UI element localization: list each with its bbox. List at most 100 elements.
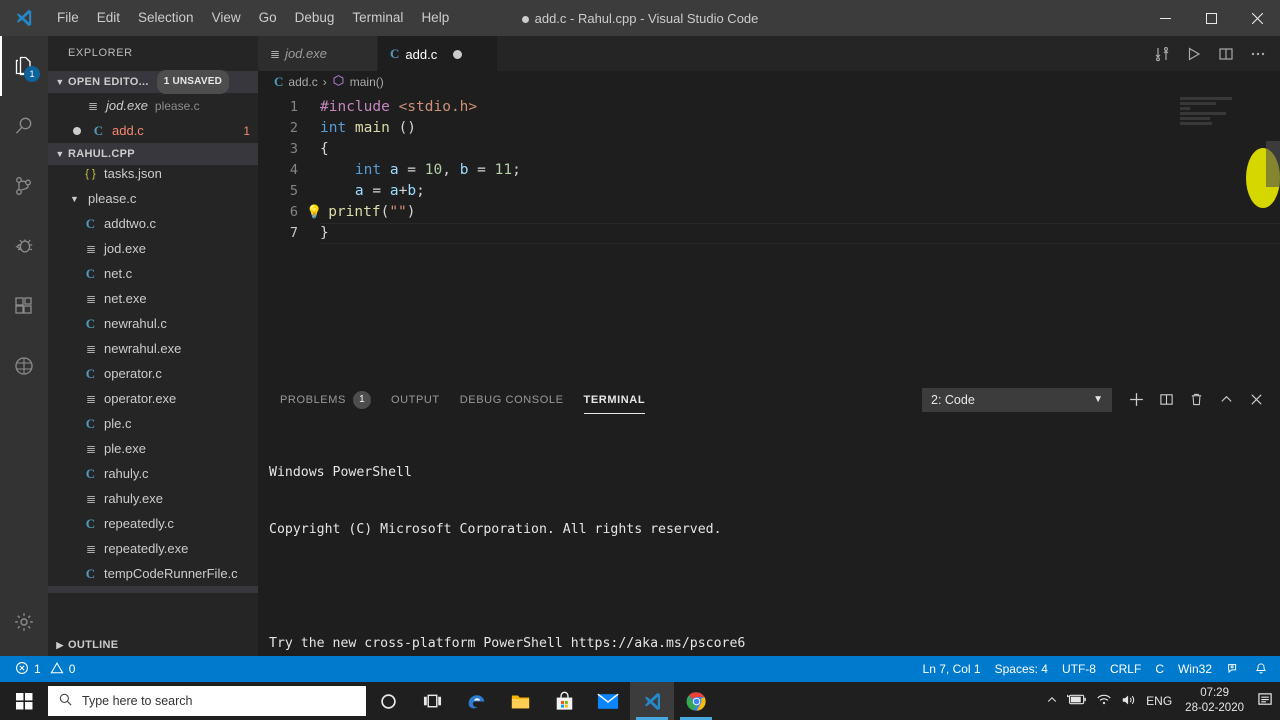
action-center-icon[interactable] <box>1257 692 1274 710</box>
show-hidden-icons-icon[interactable] <box>1046 694 1058 709</box>
file-add-c[interactable]: C add.c 1 <box>48 586 258 593</box>
taskbar-search-input[interactable]: Type here to search <box>48 686 366 716</box>
battery-icon[interactable] <box>1066 693 1087 709</box>
c-icon: C <box>274 74 284 89</box>
mail-icon[interactable] <box>586 682 630 720</box>
file-ple-c[interactable]: C ple.c <box>48 411 258 436</box>
activity-explorer[interactable]: 1 <box>0 36 48 96</box>
window-controls[interactable] <box>1142 0 1280 36</box>
file-tempcoderunnerfile-c[interactable]: C tempCodeRunnerFile.c <box>48 561 258 586</box>
minimize-button[interactable] <box>1142 0 1188 36</box>
kill-terminal-icon[interactable] <box>1182 386 1210 414</box>
status-encoding[interactable]: UTF-8 <box>1055 656 1103 682</box>
file-operator-exe[interactable]: ≣ operator.exe <box>48 386 258 411</box>
file-rahuly-c[interactable]: C rahuly.c <box>48 461 258 486</box>
status-indentation[interactable]: Spaces: 4 <box>988 656 1055 682</box>
menu-go[interactable]: Go <box>250 0 286 36</box>
terminal-selector-value: 2: Code <box>931 392 975 407</box>
run-build-task-icon[interactable] <box>1148 40 1176 68</box>
file-newrahul-c[interactable]: C newrahul.c <box>48 311 258 336</box>
outline-header[interactable]: ▶ OUTLINE <box>48 634 258 656</box>
folder-please-c[interactable]: ▼ please.c <box>48 186 258 211</box>
new-terminal-icon[interactable] <box>1122 386 1150 414</box>
tab-problems[interactable]: PROBLEMS 1 <box>270 382 381 417</box>
language-indicator[interactable]: ENG <box>1146 694 1172 708</box>
tab-terminal[interactable]: TERMINAL <box>574 382 656 417</box>
close-panel-icon[interactable] <box>1242 386 1270 414</box>
file-newrahul-exe[interactable]: ≣ newrahul.exe <box>48 336 258 361</box>
open-editor-add-c[interactable]: C add.c 1 <box>48 118 258 143</box>
breadcrumb[interactable]: C add.c › main() <box>258 71 1280 93</box>
code-editor[interactable]: 1 #include <stdio.h> 2 int main () 3 { 4… <box>258 93 1280 398</box>
split-terminal-icon[interactable] <box>1152 386 1180 414</box>
menu-view[interactable]: View <box>203 0 250 36</box>
menu-edit[interactable]: Edit <box>88 0 129 36</box>
feedback-icon[interactable] <box>1219 656 1247 682</box>
file-addtwo-c[interactable]: C addtwo.c <box>48 211 258 236</box>
tab-jod-exe[interactable]: ≣ jod.exe <box>258 36 378 71</box>
tab-add-c[interactable]: C add.c <box>378 36 498 71</box>
vscode-icon[interactable] <box>630 682 674 720</box>
c-icon: C <box>85 415 96 431</box>
file-jod-exe[interactable]: ≣ jod.exe <box>48 236 258 261</box>
file-net-exe[interactable]: ≣ net.exe <box>48 286 258 311</box>
file-repeatedly-exe[interactable]: ≣ repeatedly.exe <box>48 536 258 561</box>
minimap[interactable] <box>1180 97 1266 137</box>
file-repeatedly-c[interactable]: C repeatedly.c <box>48 511 258 536</box>
cortana-icon[interactable] <box>366 682 410 720</box>
volume-icon[interactable] <box>1121 693 1137 710</box>
editor-tab-bar: ≣ jod.exe C add.c <box>258 36 1280 71</box>
activity-remote[interactable] <box>0 336 48 396</box>
menu-bar[interactable]: File Edit Selection View Go Debug Termin… <box>48 0 458 36</box>
activity-bar: 1 <box>0 36 48 656</box>
file-tasks-json[interactable]: { } tasks.json <box>48 161 258 186</box>
file-operator-c[interactable]: C operator.c <box>48 361 258 386</box>
activity-settings[interactable] <box>0 592 48 652</box>
file-name: jod.exe <box>104 241 146 256</box>
open-editor-jod-exe[interactable]: ≣ jod.exe please.c <box>48 93 258 118</box>
status-language-mode[interactable]: C <box>1148 656 1171 682</box>
close-button[interactable] <box>1234 0 1280 36</box>
status-eol[interactable]: CRLF <box>1103 656 1148 682</box>
more-actions-icon[interactable] <box>1244 40 1272 68</box>
microsoft-store-icon[interactable] <box>542 682 586 720</box>
activity-source-control[interactable] <box>0 156 48 216</box>
code-line-current: 7 } <box>258 223 1280 244</box>
breadcrumb-file[interactable]: add.c <box>288 75 317 89</box>
menu-help[interactable]: Help <box>412 0 458 36</box>
status-problems[interactable]: 1 0 <box>8 656 82 682</box>
activity-extensions[interactable] <box>0 276 48 336</box>
bell-icon[interactable] <box>1247 656 1280 682</box>
taskbar-clock[interactable]: 07:29 28-02-2020 <box>1181 686 1248 716</box>
chrome-icon[interactable] <box>674 682 718 720</box>
activity-debug[interactable] <box>0 216 48 276</box>
activity-search[interactable] <box>0 96 48 156</box>
status-platform[interactable]: Win32 <box>1171 656 1219 682</box>
editor-scrollbar[interactable] <box>1266 141 1280 187</box>
task-view-icon[interactable] <box>410 682 454 720</box>
menu-terminal[interactable]: Terminal <box>343 0 412 36</box>
wifi-icon[interactable] <box>1096 693 1112 709</box>
file-ple-exe[interactable]: ≣ ple.exe <box>48 436 258 461</box>
tab-output[interactable]: OUTPUT <box>381 382 450 417</box>
menu-selection[interactable]: Selection <box>129 0 203 36</box>
menu-file[interactable]: File <box>48 0 88 36</box>
quick-fix-lightbulb-icon[interactable]: 💡 <box>306 202 322 223</box>
split-editor-icon[interactable] <box>1212 40 1240 68</box>
file-rahuly-exe[interactable]: ≣ rahuly.exe <box>48 486 258 511</box>
debug-icon <box>15 239 33 253</box>
run-code-icon[interactable] <box>1180 40 1208 68</box>
file-net-c[interactable]: C net.c <box>48 261 258 286</box>
breadcrumb-symbol[interactable]: main() <box>350 75 384 89</box>
tab-debug-console[interactable]: DEBUG CONSOLE <box>450 382 574 417</box>
edge-icon[interactable] <box>454 682 498 720</box>
menu-debug[interactable]: Debug <box>286 0 344 36</box>
terminal-selector[interactable]: 2: Code ▼ <box>922 387 1112 412</box>
windows-start-icon[interactable] <box>0 682 48 720</box>
maximize-button[interactable] <box>1188 0 1234 36</box>
status-cursor-position[interactable]: Ln 7, Col 1 <box>916 656 988 682</box>
open-editors-header[interactable]: ▼ OPEN EDITO... 1 UNSAVED <box>48 70 258 94</box>
file-explorer-icon[interactable] <box>498 682 542 720</box>
maximize-panel-icon[interactable] <box>1212 386 1240 414</box>
tab-dirty-dot-icon[interactable] <box>453 49 463 59</box>
